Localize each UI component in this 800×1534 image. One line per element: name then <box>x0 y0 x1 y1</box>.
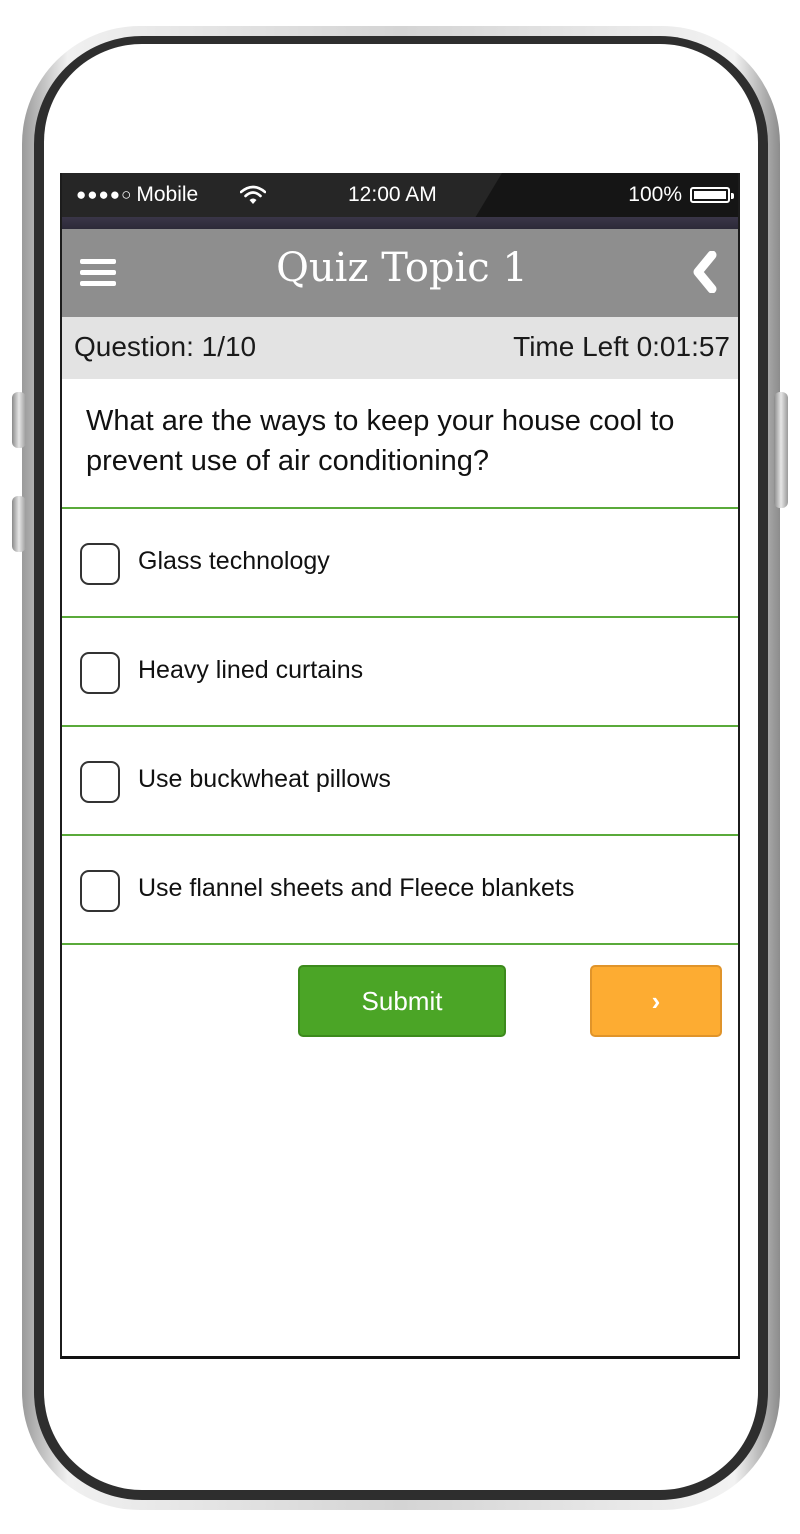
wifi-icon <box>240 185 266 204</box>
answer-option[interactable]: Use flannel sheets and Fleece blankets <box>62 834 738 945</box>
page-title: Quiz Topic 1 <box>276 245 528 291</box>
carrier-name: Mobile <box>136 183 199 206</box>
option-checkbox[interactable] <box>80 761 120 803</box>
power-button <box>774 392 788 508</box>
phone-screen: ●●●●○ Mobile 12:00 AM 100% Quiz Topic 1 … <box>60 173 740 1359</box>
volume-up-button <box>12 392 26 448</box>
app-header: Quiz Topic 1 <box>62 229 738 317</box>
battery-indicator: 100% <box>628 183 734 207</box>
volume-down-button <box>12 496 26 552</box>
option-label: Use flannel sheets and Fleece blankets <box>138 874 575 902</box>
answer-option[interactable]: Heavy lined curtains <box>62 616 738 725</box>
option-label: Glass technology <box>138 547 330 575</box>
option-checkbox[interactable] <box>80 870 120 912</box>
next-question-button[interactable]: › <box>590 965 722 1037</box>
time-left: Time Left 0:01:57 <box>513 331 730 362</box>
option-label: Heavy lined curtains <box>138 656 364 684</box>
answer-options: Glass technology Heavy lined curtains Us… <box>62 507 738 945</box>
status-time: 12:00 AM <box>348 183 437 206</box>
question-counter: Question: 1/10 <box>74 331 257 362</box>
option-checkbox[interactable] <box>80 652 120 694</box>
battery-percent: 100% <box>628 183 682 206</box>
option-label: Use buckwheat pillows <box>138 765 391 793</box>
status-bar: ●●●●○ Mobile 12:00 AM 100% <box>62 173 738 229</box>
chevron-left-icon[interactable] <box>690 251 722 293</box>
signal-strength: ●●●●○ <box>76 185 133 204</box>
battery-icon <box>690 187 734 203</box>
quiz-info-bar: Question: 1/10 Time Left 0:01:57 <box>62 317 738 379</box>
carrier-info: ●●●●○ Mobile <box>76 183 198 207</box>
answer-option[interactable]: Glass technology <box>62 507 738 616</box>
submit-button[interactable]: Submit <box>298 965 506 1037</box>
option-checkbox[interactable] <box>80 543 120 585</box>
question-text: What are the ways to keep your house coo… <box>86 405 675 477</box>
answer-option[interactable]: Use buckwheat pillows <box>62 725 738 834</box>
